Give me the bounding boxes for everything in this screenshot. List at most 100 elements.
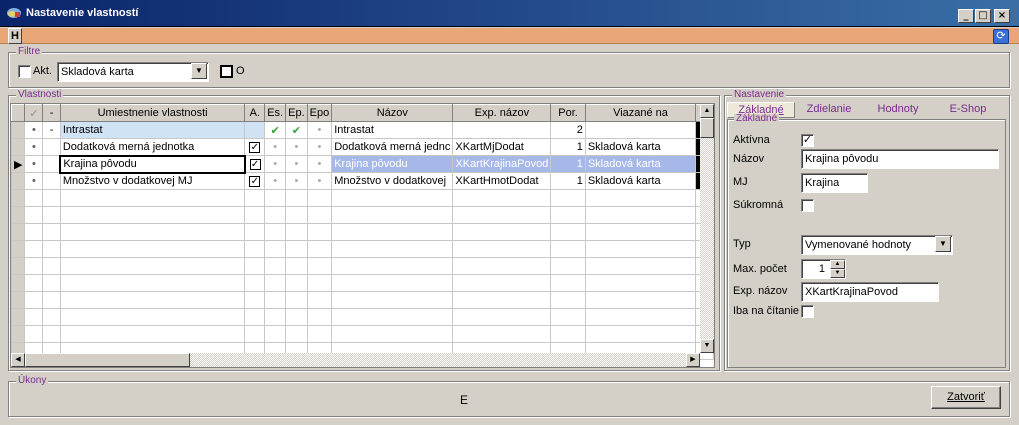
row-ep-check-icon[interactable]: ✔ [285, 121, 308, 139]
header-a[interactable]: A. [244, 104, 266, 122]
row-order[interactable]: 1 [550, 172, 586, 190]
row-a[interactable]: ✓ [244, 172, 266, 190]
type-select-value: Vymenované hodnoty [805, 239, 911, 251]
header-bound[interactable]: Viazané na [584, 104, 697, 122]
table-row-empty [11, 308, 714, 326]
row-order[interactable]: 1 [550, 155, 586, 173]
tab-values[interactable]: Hodnoty [870, 102, 926, 118]
header-name[interactable]: Názov [331, 104, 454, 122]
max-count-label: Max. počet [733, 263, 787, 275]
row-bound[interactable]: Skladová karta [584, 155, 697, 173]
close-button[interactable]: × [994, 9, 1010, 23]
table-row[interactable]: • - Intrastat ✔ ✔ • Intrastat 2 [11, 121, 714, 139]
stepper-up-icon[interactable]: ▲ [830, 260, 845, 269]
type-select[interactable]: Vymenované hodnoty [801, 235, 953, 255]
scroll-right-icon[interactable]: ▶ [686, 353, 700, 367]
table-row-selected[interactable]: ▶ • Krajina pôvodu ✓ • • • Krajina pôvod… [11, 154, 714, 174]
properties-legend: Vlastnosti [16, 89, 64, 100]
table-row[interactable]: • Množstvo v dodatkovej MJ ✓ • • • Množs… [11, 172, 714, 190]
settings-legend: Nastavenie [732, 89, 787, 100]
row-es[interactable]: • [264, 138, 287, 156]
row-name[interactable]: Dodatková merná jednc [331, 138, 454, 156]
tab-eshop[interactable]: E-Shop [940, 102, 996, 118]
row-a[interactable]: ✓ [244, 138, 266, 156]
row-ep[interactable]: • [285, 155, 308, 173]
row-bound[interactable]: Skladová karta [584, 172, 697, 190]
row-a[interactable]: ✓ [244, 155, 266, 173]
vertical-scroll-thumb[interactable] [700, 118, 714, 138]
scroll-up-icon[interactable]: ▲ [700, 104, 714, 118]
row-exp[interactable]: XKartHmotDodat [452, 172, 552, 190]
header-check[interactable]: ✓ [24, 104, 44, 122]
maximize-button[interactable]: □ [975, 9, 991, 23]
minimize-button[interactable]: _ [958, 9, 974, 23]
actions-group [8, 381, 1010, 417]
chevron-down-icon[interactable]: ▼ [935, 236, 951, 252]
horizontal-scroll-thumb[interactable] [25, 353, 190, 367]
scroll-left-icon[interactable]: ◀ [11, 353, 25, 367]
row-es[interactable]: • [264, 155, 287, 173]
header-exp-name[interactable]: Exp. názov [452, 104, 552, 122]
row-epo[interactable]: • [306, 138, 333, 156]
mj-field[interactable]: Krajina [801, 173, 868, 193]
row-bound[interactable] [584, 121, 697, 139]
filters-legend: Filtre [16, 46, 43, 57]
row-order[interactable]: 2 [550, 121, 586, 139]
exp-name-field[interactable]: XKartKrajinaPovod [801, 282, 939, 302]
table-row-empty [11, 189, 714, 207]
o-checkbox[interactable] [220, 65, 233, 78]
row-location[interactable]: Dodatková merná jednotka [59, 138, 246, 156]
mj-label: MJ [733, 176, 748, 188]
header-location[interactable]: Umiestnenie vlastnosti [59, 104, 246, 122]
refresh-icon[interactable]: ⟳ [993, 29, 1009, 44]
chevron-down-icon[interactable]: ▼ [191, 63, 207, 79]
tab-sharing[interactable]: Zdielanie [800, 102, 858, 118]
row-epo[interactable]: • [306, 172, 333, 190]
row-ep[interactable]: • [285, 172, 308, 190]
row-location-editor[interactable]: Krajina pôvodu [59, 154, 246, 174]
row-location[interactable]: Množstvo v dodatkovej MJ [59, 172, 246, 190]
row-es-check-icon[interactable]: ✔ [264, 121, 287, 139]
stepper-down-icon[interactable]: ▼ [830, 269, 845, 278]
row-name[interactable]: Množstvo v dodatkovej [331, 172, 454, 190]
vertical-scrollbar[interactable] [700, 104, 714, 353]
header-ep[interactable]: Ep. [285, 104, 308, 122]
name-field[interactable]: Krajina pôvodu [801, 149, 999, 169]
row-name[interactable]: Krajina pôvodu [331, 155, 454, 173]
actions-center-text: E [460, 393, 469, 407]
table-row-empty [11, 206, 714, 224]
row-es[interactable]: • [264, 172, 287, 190]
title-bar[interactable] [0, 0, 1019, 27]
row-name[interactable]: Intrastat [331, 121, 454, 139]
header-epo[interactable]: Epo [306, 104, 333, 122]
akt-checkbox[interactable] [18, 65, 31, 78]
row-epo[interactable]: • [306, 121, 333, 139]
row-exp[interactable]: XKartMjDodat [452, 138, 552, 156]
row-a[interactable] [244, 121, 266, 139]
row-exp[interactable] [452, 121, 552, 139]
row-ep[interactable]: • [285, 138, 308, 156]
scroll-down-icon[interactable]: ▼ [700, 339, 714, 353]
header-dash[interactable]: - [42, 104, 61, 122]
row-bound[interactable]: Skladová karta [584, 138, 697, 156]
row-exp[interactable]: XKartKrajinaPovod [452, 155, 552, 173]
row-a-checkbox[interactable]: ✓ [249, 176, 261, 187]
active-checkbox[interactable]: ✓ [801, 134, 814, 147]
header-order[interactable]: Por. [550, 104, 586, 122]
row-location[interactable]: Intrastat [59, 121, 246, 139]
type-dropdown-value: Skladová karta [61, 66, 134, 78]
private-checkbox[interactable] [801, 199, 814, 212]
row-a-checkbox[interactable]: ✓ [249, 159, 261, 170]
row-epo[interactable]: • [306, 155, 333, 173]
type-dropdown[interactable]: Skladová karta [57, 62, 209, 82]
type-label: Typ [733, 238, 751, 250]
close-dialog-button[interactable]: Zatvoriť [931, 386, 1001, 409]
table-row[interactable]: • Dodatková merná jednotka ✓ • • • Dodat… [11, 138, 714, 156]
header-es[interactable]: Es. [264, 104, 287, 122]
row-a-checkbox[interactable]: ✓ [249, 142, 261, 153]
readonly-checkbox[interactable] [801, 305, 814, 318]
row-order[interactable]: 1 [550, 138, 586, 156]
h-button[interactable]: H [8, 28, 22, 44]
properties-grid[interactable]: ✓ - Umiestnenie vlastnosti A. Es. Ep. Ep… [10, 103, 715, 368]
table-row-empty [11, 240, 714, 258]
